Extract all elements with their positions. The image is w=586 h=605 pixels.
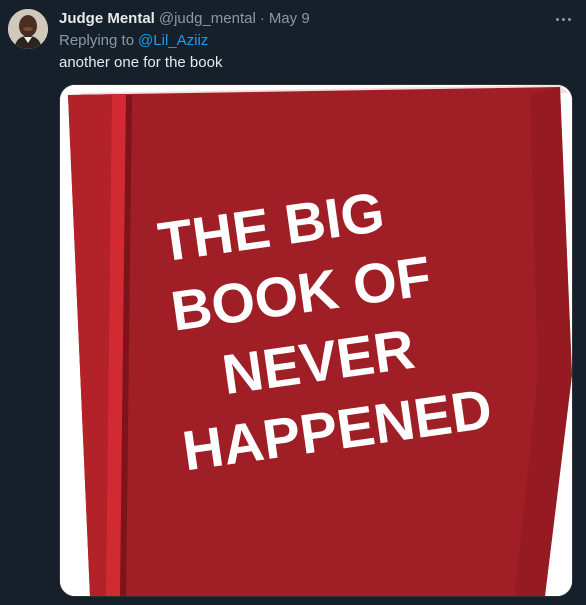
tweet: Judge Mental @judg_mental · May 9 Replying … xyxy=(0,0,586,605)
tweet-date[interactable]: May 9 xyxy=(269,10,310,27)
reply-to-handle-link[interactable]: @Lil_Aziiz xyxy=(138,32,208,49)
author-handle[interactable]: @judg_mental xyxy=(159,10,256,27)
separator-dot: · xyxy=(259,10,265,27)
author-name[interactable]: Judge Mental xyxy=(59,10,155,27)
replying-to: Replying to @Lil_Aziiz xyxy=(59,31,208,51)
tweet-media-image[interactable]: THE BIG BOOK OF NEVER HAPPENED xyxy=(59,84,573,597)
avatar[interactable] xyxy=(8,9,48,49)
replying-to-label: Replying to xyxy=(59,32,135,49)
tweet-text: another one for the book xyxy=(59,54,223,71)
more-options-icon[interactable] xyxy=(552,10,574,28)
tweet-header: Judge Mental @judg_mental · May 9 xyxy=(59,9,546,29)
